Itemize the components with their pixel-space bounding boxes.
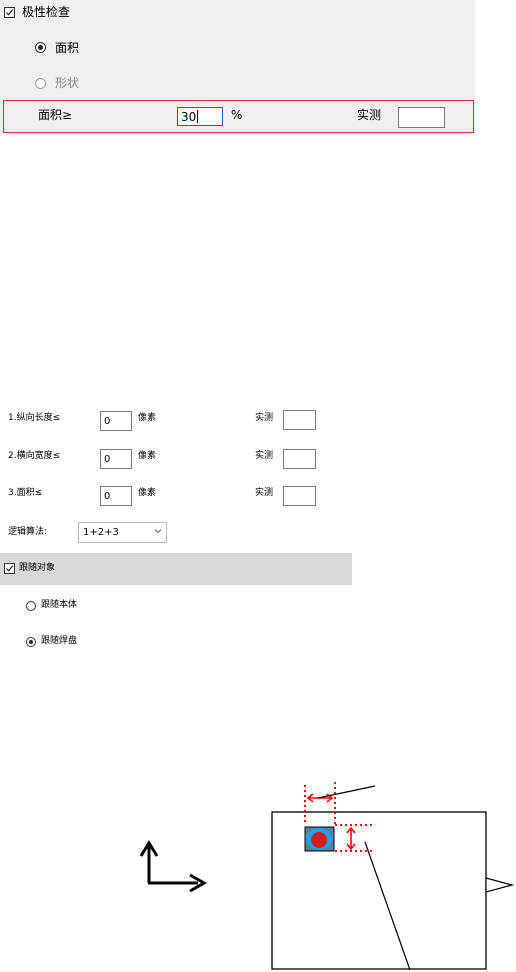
component-body-rect	[271, 811, 487, 970]
radio-shape-label: 形状	[55, 76, 80, 90]
follow-object-label: 跟随对象	[19, 563, 56, 573]
logic-select-value: 1+2+3	[83, 527, 119, 538]
chevron-down-icon	[154, 529, 162, 534]
filter-measured-label-area: 实测	[255, 488, 274, 498]
polarity-triangle-icon	[485, 877, 515, 893]
radio-shape[interactable]	[35, 78, 46, 89]
filter-measured-field-length[interactable]	[283, 410, 316, 430]
filter-input-width[interactable]: 0	[100, 449, 132, 469]
logic-label: 逻辑算法:	[8, 527, 48, 537]
leader-line-top	[317, 785, 376, 799]
text-caret	[197, 110, 198, 123]
area-threshold-label: 面积≥	[38, 108, 73, 122]
axis-arrows-icon	[139, 840, 208, 893]
filter-unit-area: 像素	[138, 488, 157, 498]
filter-input-area-value: 0	[104, 491, 111, 502]
radio-follow-pad-label: 跟随焊盘	[41, 636, 78, 646]
pad-center-dot	[311, 832, 327, 848]
radio-follow-body-label: 跟随本体	[41, 600, 78, 610]
radio-area[interactable]	[35, 42, 46, 53]
area-measured-label: 实测	[357, 108, 382, 122]
checkmark-icon	[5, 9, 14, 16]
logic-select[interactable]: 1+2+3	[78, 522, 167, 543]
follow-diagram	[139, 782, 515, 971]
polarity-checkbox-label: 极性检查	[22, 5, 71, 19]
filter-label-width: 2.横向宽度≤	[8, 451, 61, 461]
radio-selected-dot	[38, 45, 43, 50]
filter-input-length[interactable]: 0	[100, 411, 132, 431]
radio-follow-body[interactable]	[26, 601, 36, 611]
radio-selected-dot	[29, 640, 33, 644]
checkmark-icon	[5, 565, 14, 572]
filter-input-length-value: 0	[104, 416, 111, 427]
filter-input-width-value: 0	[104, 454, 111, 465]
filter-measured-label-length: 实测	[255, 413, 274, 423]
filter-label-area: 3.面积≤	[8, 488, 43, 498]
filter-measured-field-width[interactable]	[283, 449, 316, 469]
polarity-checkbox[interactable]	[4, 7, 15, 18]
follow-object-checkbox[interactable]	[4, 563, 15, 574]
area-measured-field[interactable]	[398, 107, 445, 128]
radio-area-label: 面积	[55, 41, 80, 55]
filter-unit-length: 像素	[138, 413, 157, 423]
area-threshold-value: 30	[181, 110, 197, 124]
filter-measured-label-width: 实测	[255, 451, 274, 461]
filter-label-length: 1.纵向长度≤	[8, 413, 61, 423]
filter-input-area[interactable]: 0	[100, 486, 132, 506]
area-unit: %	[231, 108, 243, 122]
area-threshold-input[interactable]: 30	[177, 107, 223, 126]
filter-unit-width: 像素	[138, 451, 157, 461]
filter-measured-field-area[interactable]	[283, 486, 316, 506]
radio-follow-pad[interactable]	[26, 637, 36, 647]
